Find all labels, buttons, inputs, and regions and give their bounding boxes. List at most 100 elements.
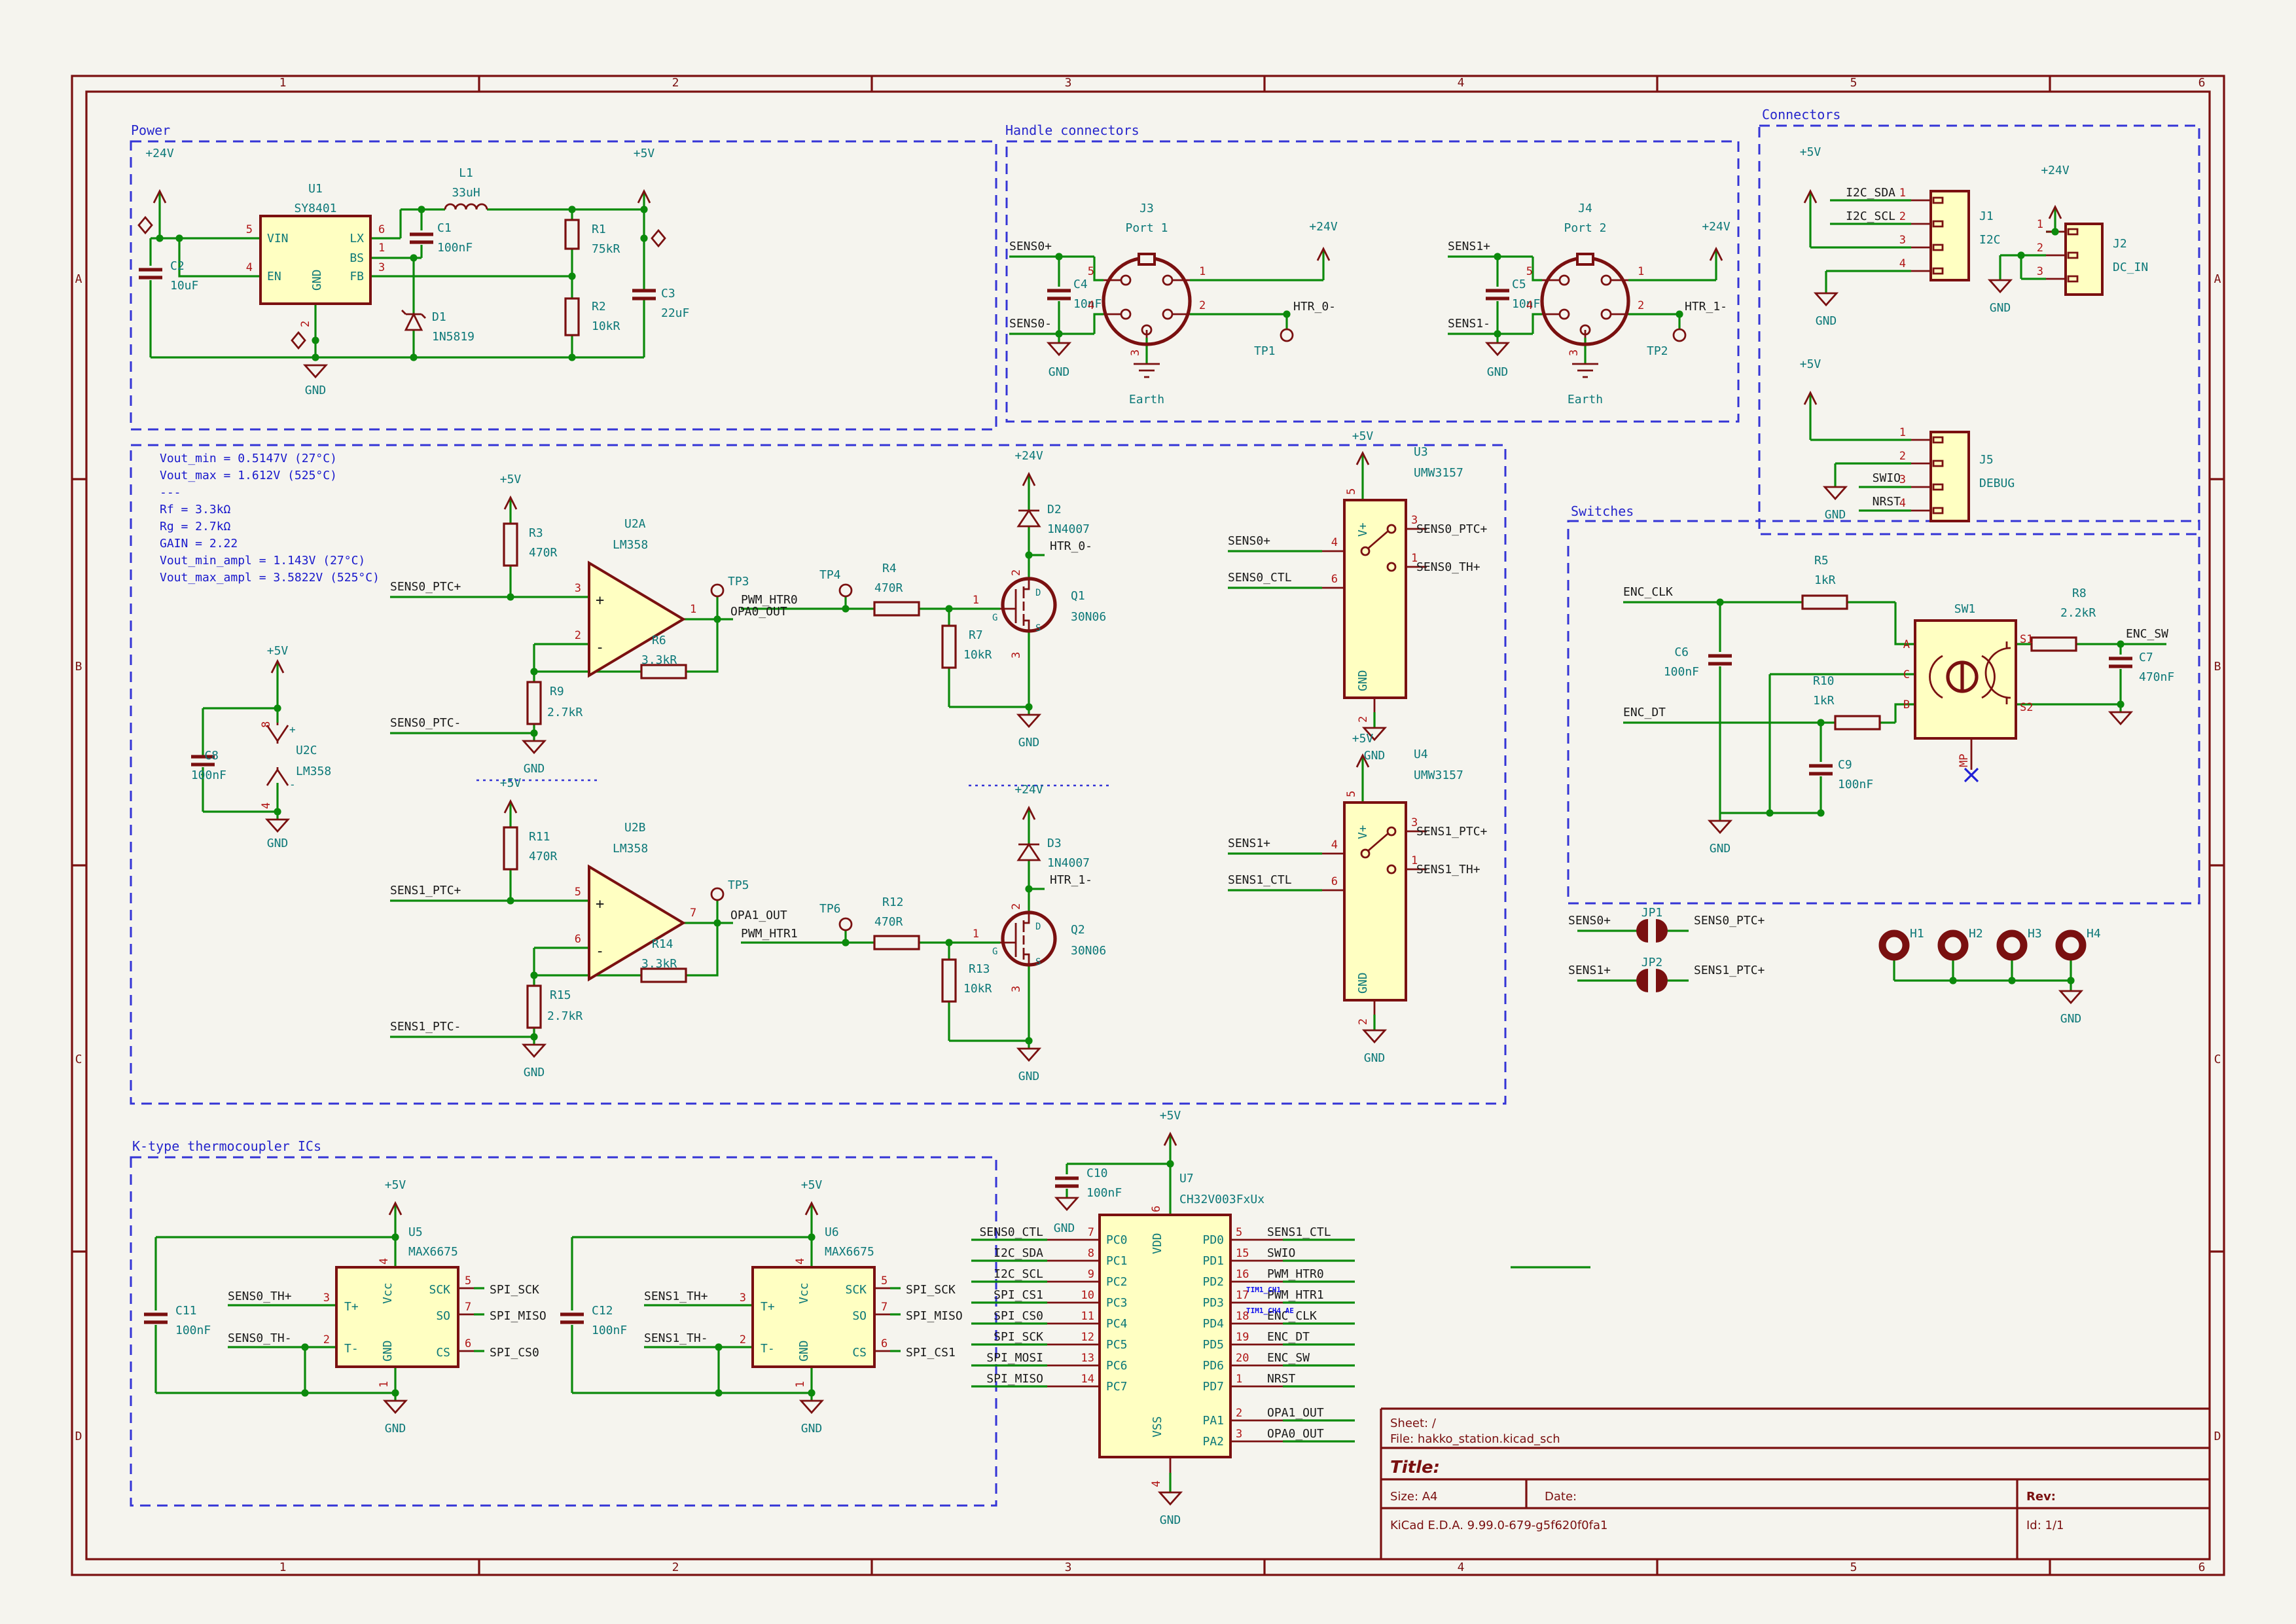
label-2: 2 xyxy=(672,1561,679,1574)
label-1: 1 xyxy=(973,928,979,941)
label-pd2: PD2 xyxy=(1202,1275,1224,1289)
label-1: 1 xyxy=(1236,1373,1242,1386)
label-sens0-ctl: SENS0_CTL xyxy=(979,1225,1043,1239)
label-4: 4 xyxy=(794,1258,807,1265)
label-10kr: 10kR xyxy=(963,982,992,996)
label-1: 1 xyxy=(973,594,979,607)
label-+5v: +5V xyxy=(801,1178,823,1192)
testpoints xyxy=(711,329,1685,930)
schematic-canvas: 123456123456ABCDABCDSheet: /File: hakko_… xyxy=(0,0,2296,1624)
label-sens0+: SENS0+ xyxy=(1228,534,1270,548)
label-r8: R8 xyxy=(2072,586,2087,600)
label-h2: H2 xyxy=(1969,927,1983,941)
label-2: 2 xyxy=(575,629,581,642)
label-j3: J3 xyxy=(1139,202,1154,215)
label-c: C xyxy=(75,1053,82,1066)
label-d: D xyxy=(1035,922,1041,932)
label-sck: SCK xyxy=(845,1283,867,1297)
label-vout-min-ampl-1-143v-27-c-: Vout_min_ampl = 1.143V (27°C) xyxy=(160,554,365,568)
label-sens1-: SENS1- xyxy=(1448,317,1490,331)
label-a: A xyxy=(75,272,82,286)
label-5: 5 xyxy=(1236,1226,1242,1239)
label-13: 13 xyxy=(1081,1352,1094,1365)
label-sens1+: SENS1+ xyxy=(1568,964,1611,977)
mosfet-Q2 xyxy=(1003,912,1055,965)
label-opa1-out: OPA1_OUT xyxy=(1267,1406,1324,1420)
label-sens0-ptc-: SENS0_PTC- xyxy=(390,716,461,730)
label-tim1-ch1: TIM1_CH1 xyxy=(1246,1286,1281,1294)
label-b: B xyxy=(1903,698,1910,712)
label-vin: VIN xyxy=(267,232,289,245)
label-pwm-htr1: PWM_HTR1 xyxy=(741,927,798,941)
label-3: 3 xyxy=(1899,473,1906,486)
label-dc-in: DC_IN xyxy=(2113,261,2148,274)
label-1: 1 xyxy=(378,242,385,255)
label-u4: U4 xyxy=(1414,748,1428,761)
label-r6: R6 xyxy=(652,634,666,647)
earth-icon xyxy=(1572,364,1598,377)
inductor-L1 xyxy=(445,204,487,209)
label-tp4: TP4 xyxy=(819,568,841,582)
label-100nf: 100nF xyxy=(1664,665,1699,679)
power-flag-icon xyxy=(652,230,665,246)
label-q1: Q1 xyxy=(1071,589,1085,603)
label-umw3157: UMW3157 xyxy=(1414,768,1463,782)
label-nrst: NRST xyxy=(1267,1372,1296,1386)
label-c8: C8 xyxy=(204,749,219,763)
title-id: Id: 1/1 xyxy=(2026,1519,2064,1532)
label-enc-clk: ENC_CLK xyxy=(1623,585,1673,599)
label-h3: H3 xyxy=(2028,927,2042,941)
label-htr-0-: HTR_0- xyxy=(1293,300,1336,314)
section-switches: Switches xyxy=(1571,503,1634,519)
label-6: 6 xyxy=(465,1337,471,1350)
label-u2c: U2C xyxy=(296,744,317,757)
section-ktype: K-type thermocoupler ICs xyxy=(132,1138,321,1154)
label-gnd: GND xyxy=(1356,670,1370,691)
label-470r: 470R xyxy=(874,915,903,929)
label-pa1: PA1 xyxy=(1202,1414,1224,1428)
label-+5v: +5V xyxy=(1160,1109,1181,1123)
label-gnd: GND xyxy=(1825,508,1846,522)
diode-D2 xyxy=(1018,511,1039,526)
label-tp5: TP5 xyxy=(728,878,749,892)
title-size: Size: A4 xyxy=(1390,1490,1438,1504)
mounting-hole-H1 xyxy=(1882,933,1906,957)
label-pc6: PC6 xyxy=(1106,1359,1128,1373)
label-sens0+: SENS0+ xyxy=(1568,914,1611,928)
label-port-2: Port 2 xyxy=(1564,221,1606,235)
label-sy8401: SY8401 xyxy=(294,202,336,215)
label-4: 4 xyxy=(1331,536,1338,549)
label-3: 3 xyxy=(1129,350,1142,356)
label-sens1-ptc+: SENS1_PTC+ xyxy=(1416,825,1488,839)
label-cs: CS xyxy=(436,1346,450,1360)
power-arrows xyxy=(154,191,2061,1215)
label-4: 4 xyxy=(1899,257,1906,270)
label-mp: MP xyxy=(1958,754,1971,767)
label-fb: FB xyxy=(350,270,364,283)
label-vdd: VDD xyxy=(1151,1233,1164,1254)
label-sens0-ctl: SENS0_CTL xyxy=(1228,571,1292,585)
mounting-hole-H4 xyxy=(2059,933,2083,957)
label-10kr: 10kR xyxy=(963,648,992,662)
label-rg-2-7k-: Rg = 2.7kΩ xyxy=(160,520,231,533)
section-box-handle xyxy=(1007,141,1738,422)
label-h1: H1 xyxy=(1910,927,1924,941)
label-i2c-sda: I2C_SDA xyxy=(994,1246,1043,1260)
label-jp1: JP1 xyxy=(1641,906,1663,920)
label-u2b: U2B xyxy=(624,821,646,835)
label-gnd: GND xyxy=(1018,1070,1040,1083)
label-gnd: GND xyxy=(1487,365,1509,379)
label-u6: U6 xyxy=(825,1225,839,1239)
label-gnd: GND xyxy=(1816,314,1837,328)
label-g: G xyxy=(992,947,997,957)
label-470r: 470R xyxy=(529,546,558,560)
label-sck: SCK xyxy=(429,1283,450,1297)
label-3: 3 xyxy=(1568,350,1581,356)
label-+: + xyxy=(596,896,604,912)
label-so: SO xyxy=(436,1309,450,1323)
label-opa0-out: OPA0_OUT xyxy=(730,605,787,619)
label-10: 10 xyxy=(1081,1289,1094,1302)
label-i2c-scl: I2C_SCL xyxy=(994,1267,1043,1281)
diode-D1 xyxy=(406,314,422,330)
label-2: 2 xyxy=(1899,210,1906,223)
